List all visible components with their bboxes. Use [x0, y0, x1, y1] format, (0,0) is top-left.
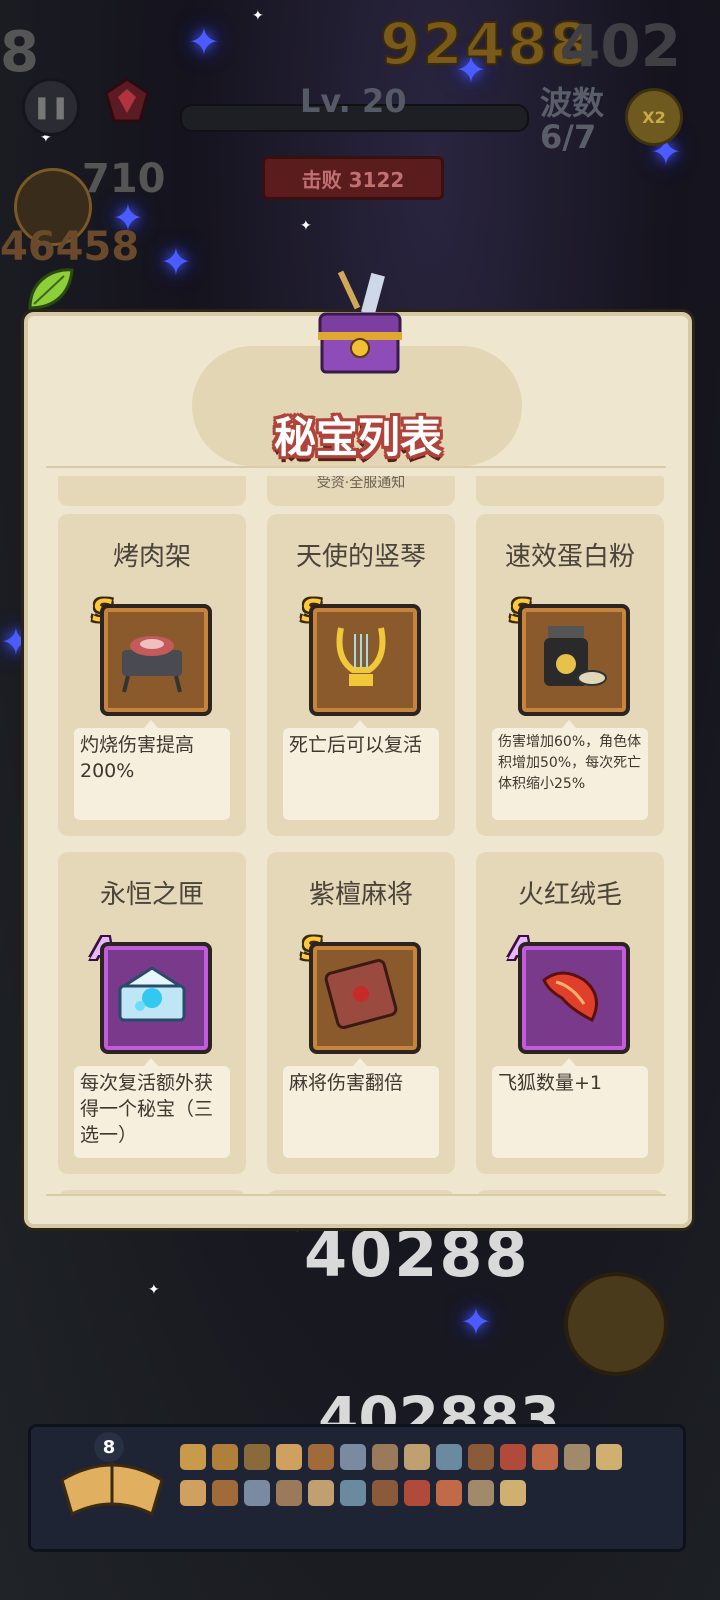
- treasure-card[interactable]: 速效蛋白粉 S 伤害增加60%，角色体积增加50%，每次死亡体积缩小25%: [476, 514, 664, 836]
- inventory-item-icon: [532, 1444, 558, 1470]
- inventory-item-icon: [500, 1480, 526, 1506]
- inventory-item-icon: [468, 1480, 494, 1506]
- lyre-icon: [309, 604, 421, 716]
- red-fur-icon: [518, 942, 630, 1054]
- treasure-desc: 伤害增加60%，角色体积增加50%，每次死亡体积缩小25%: [492, 720, 648, 820]
- treasure-name: 火红绒毛: [517, 880, 622, 910]
- partial-card: [476, 476, 664, 506]
- book-count-badge: 8: [94, 1432, 124, 1462]
- inventory-item-icon: [436, 1480, 462, 1506]
- kill-counter: 击败 3122: [262, 156, 444, 200]
- bottom-divider: [46, 1194, 666, 1196]
- star-decoration: ✦: [160, 240, 192, 284]
- panel-title: 秘宝列表: [273, 413, 442, 462]
- damage-number: 40288: [304, 1218, 530, 1291]
- inventory-item-icon: [564, 1444, 590, 1470]
- inventory-item-icon: [276, 1444, 302, 1470]
- inventory-item-icon: [276, 1480, 302, 1506]
- inventory-item-icon: [180, 1444, 206, 1470]
- inventory-item-icon: [180, 1480, 206, 1506]
- inventory-item-icon: [596, 1444, 622, 1470]
- pause-icon: ❚❚: [32, 94, 70, 120]
- level-label: Lv. 20: [300, 82, 407, 120]
- inventory-item-icon: [212, 1480, 238, 1506]
- treasure-desc: 飞狐数量+1: [492, 1058, 648, 1158]
- treasure-desc: 麻将伤害翻倍: [283, 1058, 439, 1158]
- treasure-desc: 死亡后可以复活: [283, 720, 439, 820]
- inventory-item-icon: [244, 1480, 270, 1506]
- treasure-desc: 每次复活额外获得一个秘宝（三选一）: [74, 1058, 230, 1158]
- treasure-name: 速效蛋白粉: [504, 542, 635, 572]
- inventory-item-icon: [308, 1444, 334, 1470]
- inventory-item-icon: [500, 1444, 526, 1470]
- left-counter: 710: [82, 156, 166, 202]
- partial-card-text: 受资·全服通知: [316, 476, 406, 491]
- crystal-box-icon: [100, 942, 212, 1054]
- inventory-item-icon: [212, 1444, 238, 1470]
- treasure-name: 紫檀麻将: [308, 880, 413, 910]
- inventory-item-icon: [436, 1444, 462, 1470]
- treasure-card[interactable]: 紫檀麻将 S 麻将伤害翻倍: [267, 852, 455, 1174]
- inventory-item-icon: [372, 1480, 398, 1506]
- sparkle-decoration: ✦: [148, 1282, 160, 1298]
- inventory-item-icon: [468, 1444, 494, 1470]
- inventory-item-icon: [404, 1444, 430, 1470]
- star-decoration: ✦: [188, 20, 220, 64]
- treasure-list-panel: 秘宝列表 受资·全服通知 烤肉架 S 灼烧伤害提高200% 天使的竖琴 S 死亡…: [24, 270, 692, 1228]
- treasure-card[interactable]: 天使的竖琴 S 死亡后可以复活: [267, 514, 455, 836]
- treasure-card[interactable]: 烤肉架 S 灼烧伤害提高200%: [58, 514, 246, 836]
- inventory-item-icon: [340, 1444, 366, 1470]
- treasure-grid[interactable]: 受资·全服通知 烤肉架 S 灼烧伤害提高200% 天使的竖琴 S 死亡后可以复活…: [46, 476, 666, 1196]
- grill-icon: [100, 604, 212, 716]
- protein-jar-icon: [518, 604, 630, 716]
- ultimate-skill-button[interactable]: [564, 1272, 668, 1376]
- score-counter-partial: 402: [560, 12, 682, 80]
- treasure-name: 永恒之匣: [99, 880, 204, 910]
- treasure-card[interactable]: 永恒之匣 A 每次复活额外获得一个秘宝（三选一）: [58, 852, 246, 1174]
- sparkle-decoration: ✦: [300, 218, 312, 234]
- treasure-name: 烤肉架: [112, 542, 191, 572]
- partial-card: [58, 476, 246, 506]
- top-divider: [46, 466, 666, 468]
- treasure-card[interactable]: 火红绒毛 A 飞狐数量+1: [476, 852, 664, 1174]
- star-decoration: ✦: [460, 1300, 492, 1344]
- speed-toggle-button[interactable]: X2: [625, 88, 683, 146]
- partial-card: 受资·全服通知: [267, 476, 455, 506]
- mahjong-tile-icon: [309, 942, 421, 1054]
- spell-book-icon[interactable]: [52, 1410, 172, 1530]
- inventory-item-icon: [340, 1480, 366, 1506]
- treasure-chest-icon: [318, 270, 402, 374]
- pause-button[interactable]: ❚❚: [22, 78, 80, 136]
- inventory-item-icon: [244, 1444, 270, 1470]
- wave-value: 6/7: [540, 118, 597, 156]
- inventory-item-icon: [404, 1480, 430, 1506]
- left-number: 8: [0, 20, 39, 85]
- treasure-desc: 灼烧伤害提高200%: [74, 720, 230, 820]
- leaf-icon: [28, 268, 74, 310]
- inventory-item-icon: [308, 1480, 334, 1506]
- red-gem-icon: [104, 77, 150, 123]
- inventory-item-icon: [372, 1444, 398, 1470]
- sparkle-decoration: ✦: [252, 8, 264, 24]
- treasure-name: 天使的竖琴: [295, 542, 426, 572]
